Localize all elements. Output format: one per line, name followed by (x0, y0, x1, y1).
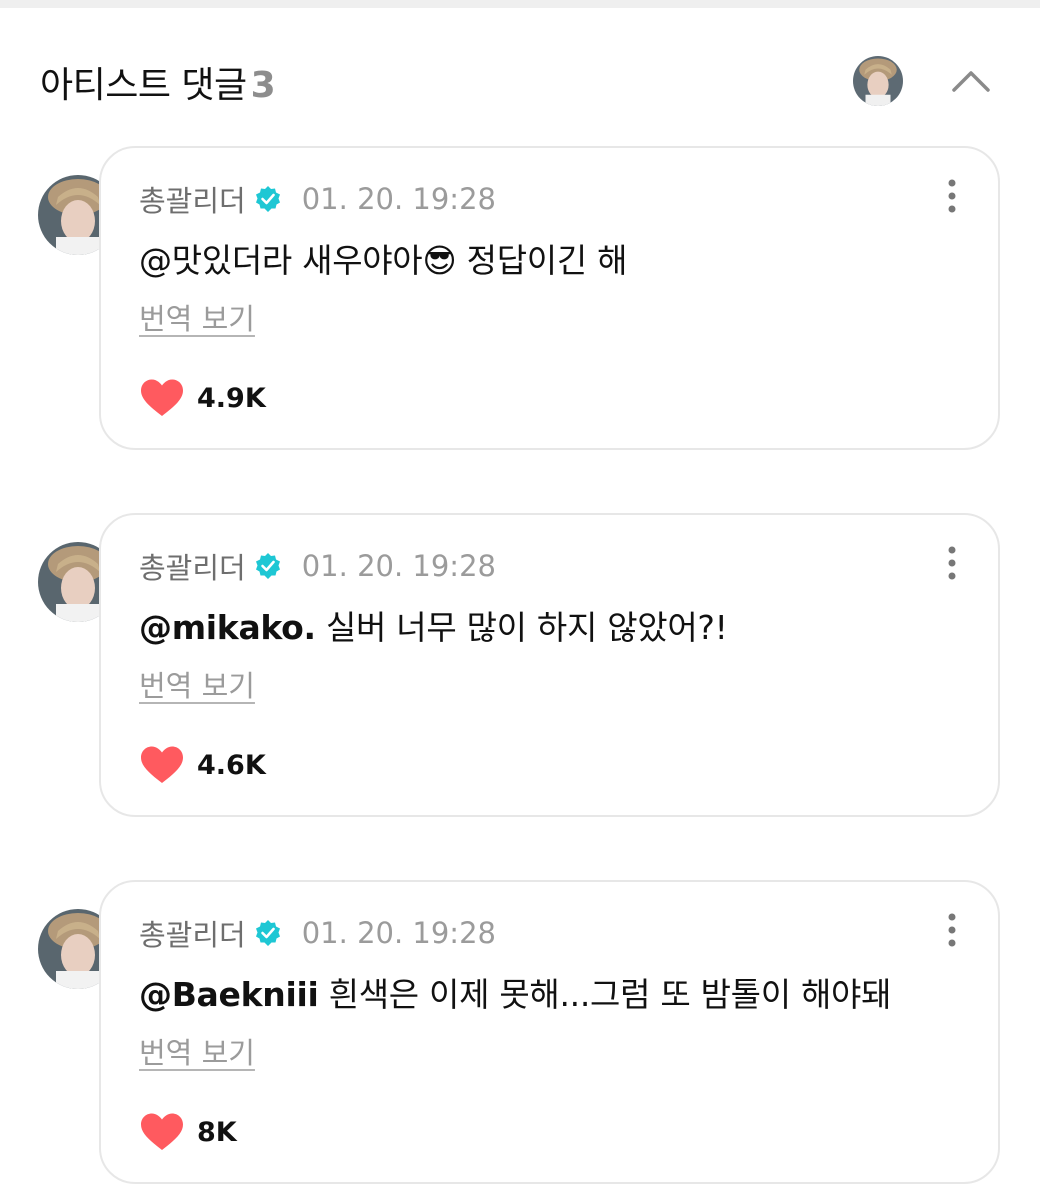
section-title: 아티스트 댓글 3 (40, 56, 276, 108)
translate-link[interactable]: 번역 보기 (139, 1030, 255, 1072)
comment-timestamp: 01. 20. 19:28 (301, 182, 496, 216)
more-vertical-icon[interactable] (942, 178, 962, 214)
comment-meta: 총괄리더 01. 20. 19:28 (139, 912, 496, 954)
artist-comments-header: 아티스트 댓글 3 (0, 8, 1040, 138)
comment-body: 정답이긴 해 (456, 241, 628, 280)
verified-badge-icon (255, 186, 280, 212)
comment-card: 총괄리더 01. 20. 19:28 @mikako. 실버 너무 많이 하지 … (99, 513, 1000, 817)
comment-author[interactable]: 총괄리더 (139, 912, 246, 954)
comment-meta: 총괄리더 01. 20. 19:28 (139, 545, 496, 587)
like-count: 4.6K (197, 749, 266, 781)
comment-text: @Baekniii 흰색은 이제 못해...그럼 또 밤톨이 해야돼 (139, 968, 891, 1016)
comment-timestamp: 01. 20. 19:28 (301, 549, 496, 583)
comment-body: 실버 너무 많이 하지 않았어?! (315, 608, 728, 647)
comment-card: 총괄리더 01. 20. 19:28 @Baekniii 흰색은 이제 못해..… (99, 880, 1000, 1184)
comment-text: @맛있더라 새우야아😎 정답이긴 해 (139, 234, 627, 282)
artist-avatar[interactable] (853, 56, 903, 106)
chevron-up-icon[interactable] (948, 58, 994, 104)
more-vertical-icon[interactable] (942, 545, 962, 581)
like-section: 4.9K (139, 378, 266, 418)
like-section: 4.6K (139, 745, 266, 785)
more-vertical-icon[interactable] (942, 912, 962, 948)
comment-card: 총괄리더 01. 20. 19:28 @맛있더라 새우야아😎 정답이긴 해 번역… (99, 146, 1000, 450)
section-title-text: 아티스트 댓글 (40, 65, 247, 106)
comment-mention[interactable]: @mikako. (139, 608, 316, 647)
comment-timestamp: 01. 20. 19:28 (301, 916, 496, 950)
comment-meta: 총괄리더 01. 20. 19:28 (139, 178, 496, 220)
heart-icon[interactable] (139, 378, 185, 418)
verified-badge-icon (255, 553, 280, 579)
comment-mention[interactable]: @맛있더라 새우야아😎 (139, 241, 457, 280)
comment-count: 3 (250, 65, 276, 106)
heart-icon[interactable] (139, 745, 185, 785)
comment-body: 흰색은 이제 못해...그럼 또 밤톨이 해야돼 (318, 975, 892, 1014)
heart-icon[interactable] (139, 1112, 185, 1152)
top-divider-bar (0, 0, 1040, 8)
comment-author[interactable]: 총괄리더 (139, 545, 246, 587)
translate-link[interactable]: 번역 보기 (139, 296, 255, 338)
translate-link[interactable]: 번역 보기 (139, 663, 255, 705)
comment-author[interactable]: 총괄리더 (139, 178, 246, 220)
verified-badge-icon (255, 920, 280, 946)
comment-mention[interactable]: @Baekniii (139, 975, 319, 1014)
like-count: 8K (197, 1116, 237, 1148)
like-count: 4.9K (197, 382, 266, 414)
like-section: 8K (139, 1112, 237, 1152)
comment-text: @mikako. 실버 너무 많이 하지 않았어?! (139, 601, 728, 649)
